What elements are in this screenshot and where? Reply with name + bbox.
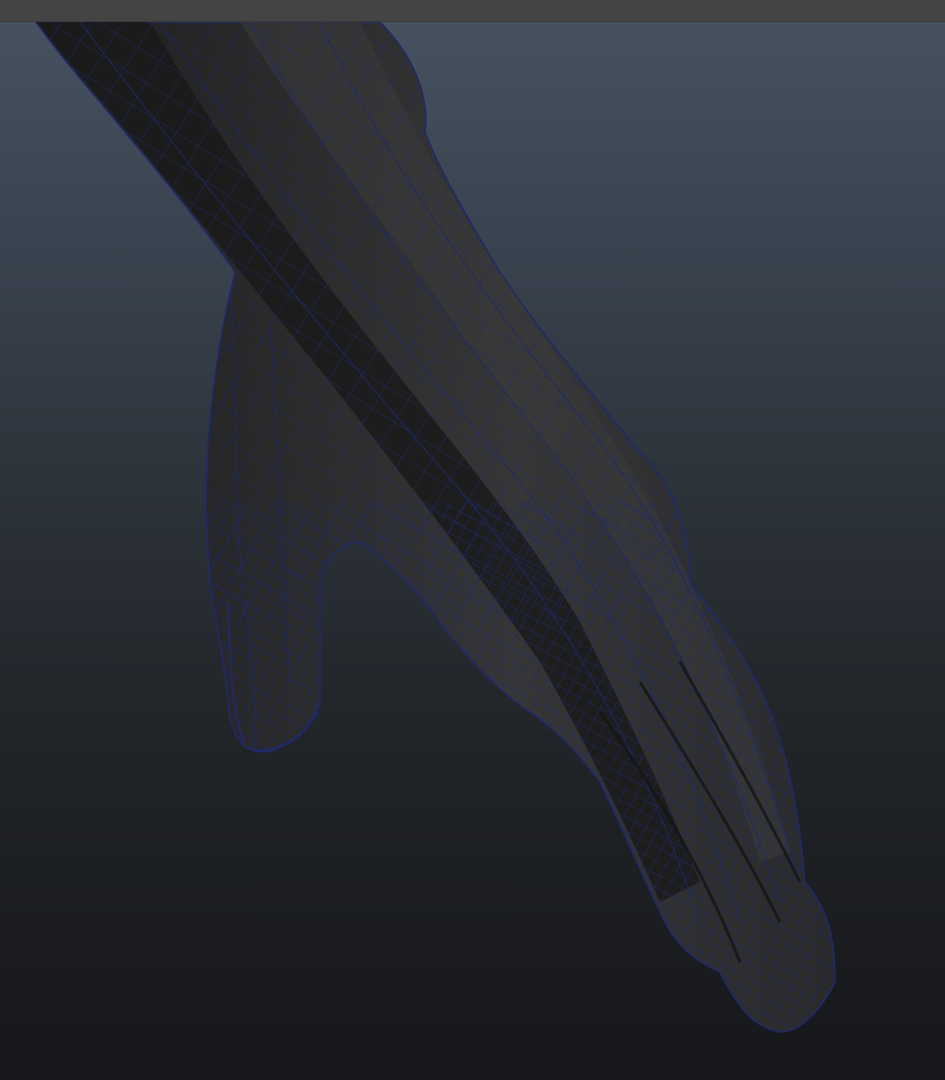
scene-canvas[interactable] — [0, 22, 945, 1080]
3d-viewport[interactable] — [0, 22, 945, 1080]
maya-viewport-window — [0, 0, 945, 1080]
arm-mesh[interactable] — [0, 22, 945, 1080]
viewport-menu-strip[interactable] — [0, 0, 945, 22]
